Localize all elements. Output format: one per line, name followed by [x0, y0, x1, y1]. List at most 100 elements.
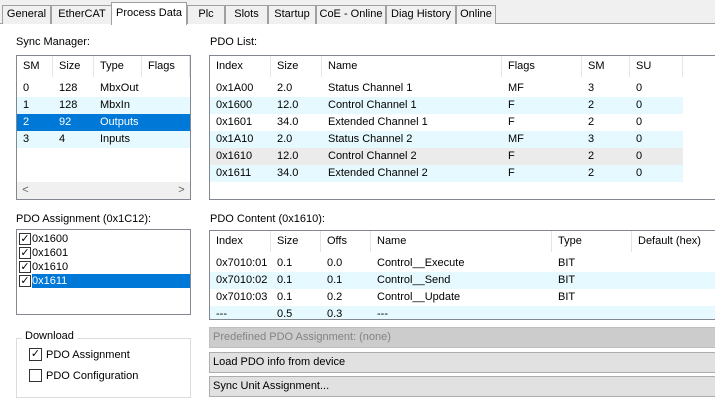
table-row[interactable]: 0x1601 34.0 Extended Channel 1 F 2 0 — [210, 114, 683, 131]
list-item-label: 0x1600 — [32, 233, 69, 245]
list-item[interactable]: ✓ 0x1610 — [17, 260, 190, 274]
table-cell — [142, 131, 190, 148]
column-header[interactable]: Size — [271, 56, 322, 77]
load-pdo-info-button[interactable]: Load PDO info from device — [209, 352, 715, 373]
table-cell: 0 — [636, 167, 643, 179]
tab-bar: General EtherCAT Process Data Plc Slots … — [0, 0, 715, 25]
table-cell — [142, 97, 190, 114]
pdo-list-label: PDO List: — [210, 36, 258, 48]
table-row[interactable]: 0x7010:03 0.1 0.2 Control__Update BIT — [210, 289, 715, 306]
sync-unit-assignment-button[interactable]: Sync Unit Assignment... — [209, 376, 715, 397]
table-cell: MbxIn — [100, 99, 130, 111]
list-item-label: 0x1601 — [32, 247, 69, 259]
column-header[interactable]: Flags — [502, 56, 582, 77]
column-header[interactable]: Type — [552, 231, 632, 252]
column-header[interactable]: SM — [582, 56, 630, 77]
column-header[interactable]: Offs — [321, 231, 371, 252]
tab-plc[interactable]: Plc — [187, 5, 225, 24]
pdo-assignment-checkbox[interactable]: ✓ — [29, 348, 42, 361]
table-row[interactable]: 0x1611 34.0 Extended Channel 2 F 2 0 — [210, 165, 683, 182]
column-header[interactable]: Type — [94, 56, 142, 77]
table-row-highlighted[interactable]: 0x1610 12.0 Control Channel 2 F 2 0 — [210, 148, 683, 165]
table-row[interactable]: --- 0.5 0.3 --- — [210, 306, 715, 320]
table-cell: Status Channel 2 — [328, 133, 413, 145]
column-header[interactable]: Name — [322, 56, 502, 77]
table-row[interactable]: 0x7010:01 0.1 0.0 Control__Execute BIT — [210, 255, 715, 272]
list-item[interactable]: ✓ 0x1611 — [17, 274, 190, 288]
process-data-panel: Sync Manager: SM Size Type Flags 0 128 M… — [0, 24, 715, 401]
table-cell: 0x1601 — [216, 116, 253, 128]
pdo-content-list[interactable]: Index Size Offs Name Type Default (hex) … — [209, 230, 715, 320]
table-row-selected[interactable]: 2 92 Outputs — [17, 114, 190, 131]
table-cell — [632, 306, 715, 319]
table-cell: 2.0 — [277, 82, 293, 94]
table-cell — [142, 80, 190, 97]
table-cell: 0x7010:01 — [216, 257, 268, 269]
table-cell: 34.0 — [277, 167, 299, 179]
column-header[interactable]: Flags — [142, 56, 190, 77]
tab-startup[interactable]: Startup — [268, 5, 316, 24]
list-item-label: 0x1610 — [32, 261, 69, 273]
table-cell: 0x1600 — [216, 99, 253, 111]
table-cell: 2 — [588, 116, 595, 128]
column-header[interactable]: SU — [630, 56, 683, 77]
table-cell: 0 — [636, 150, 643, 162]
column-header[interactable]: SM — [17, 56, 53, 77]
scroll-left-icon[interactable]: < — [17, 182, 34, 199]
tab-diag-history[interactable]: Diag History — [386, 5, 456, 24]
column-header[interactable]: Index — [210, 231, 271, 252]
list-item-label: 0x1611 — [32, 275, 68, 287]
sync-manager-header: SM Size Type Flags — [17, 56, 190, 77]
table-cell: 0 — [636, 116, 643, 128]
table-cell: F — [508, 99, 515, 111]
table-cell: 3 — [588, 133, 595, 145]
pdo-assignment-list[interactable]: ✓ 0x1600 ✓ 0x1601 ✓ 0x1610 ✓ 0x1611 — [16, 229, 191, 315]
table-cell: 0.1 — [277, 274, 293, 286]
tab-online[interactable]: Online — [456, 5, 496, 24]
table-row[interactable]: 0x1A10 2.0 Status Channel 2 MF 3 0 — [210, 131, 683, 148]
table-row[interactable]: 0 128 MbxOut — [17, 80, 190, 97]
column-header[interactable]: Size — [271, 231, 321, 252]
column-header[interactable]: Size — [53, 56, 94, 77]
table-cell: 2 — [588, 99, 595, 111]
table-cell: BIT — [558, 274, 576, 286]
tab-slots[interactable]: Slots — [225, 5, 268, 24]
pdo-content-header: Index Size Offs Name Type Default (hex) — [210, 231, 715, 252]
table-row[interactable]: 0x7010:02 0.1 0.1 Control__Send BIT — [210, 272, 715, 289]
sync-manager-list[interactable]: SM Size Type Flags 0 128 MbxOut 1 128 Mb… — [16, 55, 191, 200]
table-cell — [632, 255, 715, 272]
pdo-configuration-checkbox[interactable] — [29, 369, 42, 382]
table-cell: 0 — [636, 99, 643, 111]
table-row[interactable]: 1 128 MbxIn — [17, 97, 190, 114]
predefined-pdo-assignment-dropdown[interactable]: Predefined PDO Assignment: (none) — [209, 327, 715, 348]
table-cell: F — [508, 116, 515, 128]
scroll-right-icon[interactable]: > — [173, 182, 190, 199]
table-cell: Outputs — [100, 116, 139, 128]
sync-manager-label: Sync Manager: — [16, 36, 90, 48]
pdo-assignment-label: PDO Assignment (0x1C12): — [16, 213, 152, 225]
table-row[interactable]: 3 4 Inputs — [17, 131, 190, 148]
column-header[interactable]: Name — [371, 231, 552, 252]
column-header[interactable]: Default (hex) — [632, 231, 715, 252]
table-cell: 34.0 — [277, 116, 299, 128]
tab-process-data[interactable]: Process Data — [111, 2, 187, 25]
tab-ethercat[interactable]: EtherCAT — [51, 5, 113, 24]
table-cell: --- — [216, 308, 227, 320]
table-cell: MF — [508, 133, 524, 145]
table-cell: 2 — [23, 116, 30, 128]
tab-coe-online[interactable]: CoE - Online — [316, 5, 386, 24]
table-cell: 0.1 — [327, 274, 343, 286]
column-header[interactable]: Index — [210, 56, 271, 77]
list-item[interactable]: ✓ 0x1600 — [17, 232, 190, 246]
pdo-configuration-option-label: PDO Configuration — [46, 370, 139, 382]
pdo-list[interactable]: Index Size Name Flags SM SU 0x1A00 2.0 S… — [209, 55, 715, 200]
horizontal-scrollbar[interactable]: < > — [17, 182, 190, 199]
table-cell: 0x7010:03 — [216, 291, 268, 303]
tab-general[interactable]: General — [2, 5, 51, 24]
table-row[interactable]: 0x1600 12.0 Control Channel 1 F 2 0 — [210, 97, 683, 114]
table-cell: 0.3 — [327, 308, 343, 320]
table-row[interactable]: 0x1A00 2.0 Status Channel 1 MF 3 0 — [210, 80, 683, 97]
table-cell: 92 — [59, 116, 72, 128]
list-item[interactable]: ✓ 0x1601 — [17, 246, 190, 260]
table-cell: 2 — [588, 150, 595, 162]
